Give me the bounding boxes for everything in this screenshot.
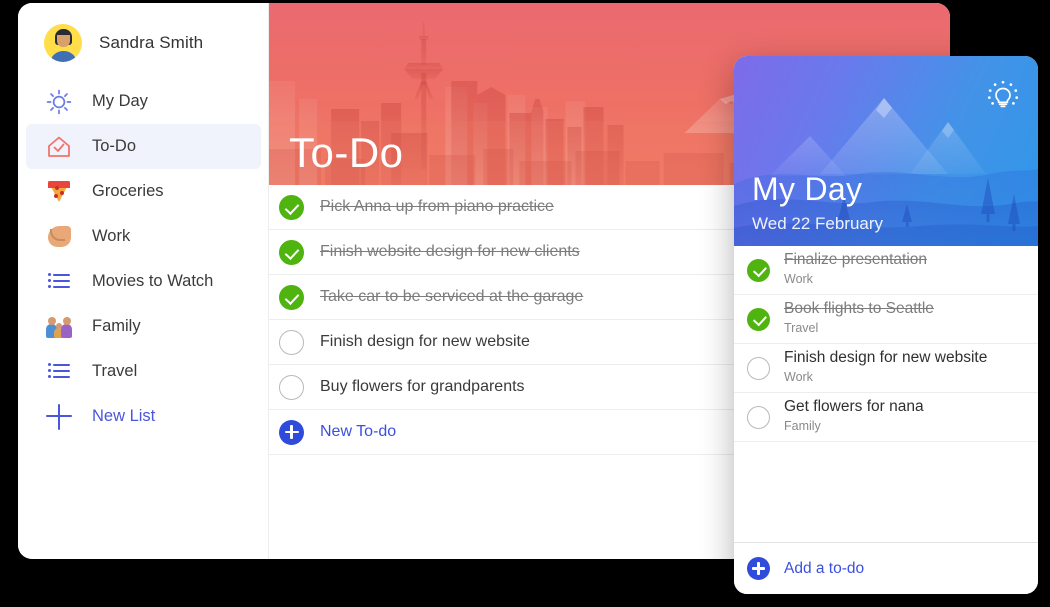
account-name: Sandra Smith [99,33,203,53]
pizza-icon [44,177,74,207]
sidebar-item-groceries[interactable]: Groceries [26,169,261,214]
plus-circle-icon [747,557,770,580]
plus-circle-icon [279,420,304,445]
my-day-banner: My Day Wed 22 February [734,56,1038,246]
task-label: Finalize presentation [784,251,927,268]
my-day-task-row[interactable]: Get flowers for nana Family [734,393,1038,442]
sun-icon [44,87,74,117]
my-day-task-row[interactable]: Book flights to Seattle Travel [734,295,1038,344]
my-day-task-row[interactable]: Finalize presentation Work [734,246,1038,295]
screenshot-stage: Sandra Smith [0,0,1050,607]
task-checkbox-checked[interactable] [747,259,770,282]
task-label: Finish website design for new clients [320,243,580,261]
lightbulb-icon[interactable] [986,78,1020,112]
sidebar-item-work[interactable]: Work [26,214,261,259]
my-day-card: My Day Wed 22 February Finalize presenta… [734,56,1038,594]
list-icon [44,267,74,297]
plus-icon [44,402,74,432]
sidebar-item-label: To-Do [92,137,136,156]
sidebar-item-label: Work [92,227,130,246]
task-list-name: Family [784,419,821,433]
add-todo-label: Add a to-do [784,560,864,578]
my-day-title: My Day [752,171,862,208]
sidebar-item-label: Travel [92,362,137,381]
sidebar-item-my-day[interactable]: My Day [26,79,261,124]
task-checkbox[interactable] [279,330,304,355]
sidebar-item-movies-to-watch[interactable]: Movies to Watch [26,259,261,304]
task-list-name: Work [784,370,813,384]
task-checkbox[interactable] [747,357,770,380]
task-label: Get flowers for nana [784,398,924,415]
task-checkbox-checked[interactable] [279,240,304,265]
my-day-task-row[interactable]: Finish design for new website Work [734,344,1038,393]
task-checkbox-checked[interactable] [747,308,770,331]
sidebar-item-label: My Day [92,92,148,111]
task-label: Book flights to Seattle [784,300,934,317]
task-list-name: Work [784,272,813,286]
sidebar-item-label: Groceries [92,182,164,201]
task-checkbox-checked[interactable] [279,285,304,310]
task-label: Take car to be serviced at the garage [320,288,583,306]
my-day-date: Wed 22 February [752,214,883,234]
account-row[interactable]: Sandra Smith [18,17,269,69]
task-checkbox-checked[interactable] [279,195,304,220]
task-label: Finish design for new website [320,333,530,351]
sidebar-item-travel[interactable]: Travel [26,349,261,394]
sidebar-item-to-do[interactable]: To-Do [26,124,261,169]
new-list-button[interactable]: New List [26,394,261,439]
family-icon [44,312,74,342]
muscle-icon [44,222,74,252]
task-list-name: Travel [784,321,818,335]
sidebar-item-family[interactable]: Family [26,304,261,349]
new-list-label: New List [92,407,155,426]
sidebar: Sandra Smith [18,3,269,559]
house-check-icon [44,132,74,162]
add-todo-button[interactable]: Add a to-do [734,542,1038,594]
task-label: Pick Anna up from piano practice [320,198,554,216]
task-label: Buy flowers for grandparents [320,378,525,396]
sidebar-item-label: Movies to Watch [92,272,213,291]
new-todo-label: New To-do [320,423,396,441]
todo-title: To-Do [289,129,404,177]
user-avatar [44,24,82,62]
my-day-task-list: Finalize presentation Work Book flights … [734,246,1038,542]
list-icon [44,357,74,387]
task-label: Finish design for new website [784,349,987,366]
task-checkbox[interactable] [279,375,304,400]
task-checkbox[interactable] [747,406,770,429]
sidebar-nav: My Day To-Do Groceries [18,79,269,439]
sidebar-item-label: Family [92,317,141,336]
